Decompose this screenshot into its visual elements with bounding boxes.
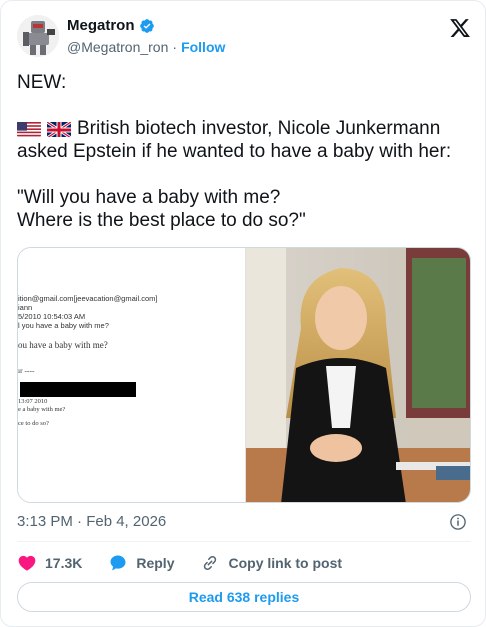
tweet-header: Megatron @Megatron_ron · Follow <box>17 15 471 61</box>
doc-line: ce to do so? <box>18 420 49 427</box>
redaction-bar <box>20 382 136 397</box>
like-button[interactable]: 17.3K <box>17 553 82 573</box>
avatar[interactable] <box>17 15 59 57</box>
copy-link-label: Copy link to post <box>228 555 343 571</box>
timestamp[interactable]: 3:13 PM · Feb 4, 2026 <box>17 513 166 530</box>
tweet-body-text: British biotech investor, Nicole Junkerm… <box>17 118 452 162</box>
doc-line: ition@gmail.com[jeevacation@gmail.com] <box>18 294 158 303</box>
reply-button[interactable]: Reply <box>108 553 174 573</box>
tweet-card: Megatron @Megatron_ron · Follow NEW: Bri… <box>0 0 486 627</box>
doc-line: 13:07 2010 <box>18 398 48 405</box>
uk-flag-icon <box>47 121 71 137</box>
reply-label: Reply <box>136 555 175 571</box>
info-icon[interactable] <box>449 513 467 531</box>
read-replies-button[interactable]: Read 638 replies <box>17 582 471 612</box>
heart-icon <box>18 555 36 571</box>
tweet-line-new: NEW: <box>17 72 67 93</box>
like-count: 17.3K <box>45 555 83 571</box>
verified-badge-icon <box>139 18 154 33</box>
tweet-quote-line2: Where is the best place to do so?" <box>17 210 306 231</box>
copy-link-button[interactable]: Copy link to post <box>200 553 342 573</box>
us-flag-icon <box>17 121 41 137</box>
handle-row: @Megatron_ron · Follow <box>67 39 225 55</box>
doc-line: l you have a baby with me? <box>18 321 109 330</box>
doc-line: e a baby with me? <box>18 406 66 413</box>
tweet-quote-line1: "Will you have a baby with me? <box>17 187 281 208</box>
portrait-photo <box>246 248 470 502</box>
handle[interactable]: @Megatron_ron <box>67 39 168 55</box>
megatron-avatar-image <box>17 15 59 57</box>
tweet-line-body: British biotech investor, Nicole Junkerm… <box>17 117 473 163</box>
doc-line: iann <box>18 303 33 312</box>
divider <box>17 541 471 542</box>
link-icon <box>204 555 217 571</box>
name-row: Megatron <box>67 17 155 34</box>
x-logo-icon[interactable] <box>449 17 471 39</box>
action-bar: 17.3K Reply Copy link to post <box>17 550 471 576</box>
display-name[interactable]: Megatron <box>67 17 135 34</box>
separator-dot: · <box>172 39 178 55</box>
reply-bubble-icon <box>110 555 126 571</box>
tweet-text: NEW: British biotech investor, Nicole Ju… <box>17 71 473 232</box>
follow-button[interactable]: Follow <box>181 39 225 55</box>
media-attachment[interactable]: ition@gmail.com[jeevacation@gmail.com] i… <box>17 247 471 503</box>
email-document-image: ition@gmail.com[jeevacation@gmail.com] i… <box>18 248 246 502</box>
doc-line: 5/2010 10:54:03 AM <box>18 312 86 321</box>
doc-line: ır ---- <box>18 366 35 375</box>
doc-line: ou have a baby with me? <box>18 340 108 350</box>
